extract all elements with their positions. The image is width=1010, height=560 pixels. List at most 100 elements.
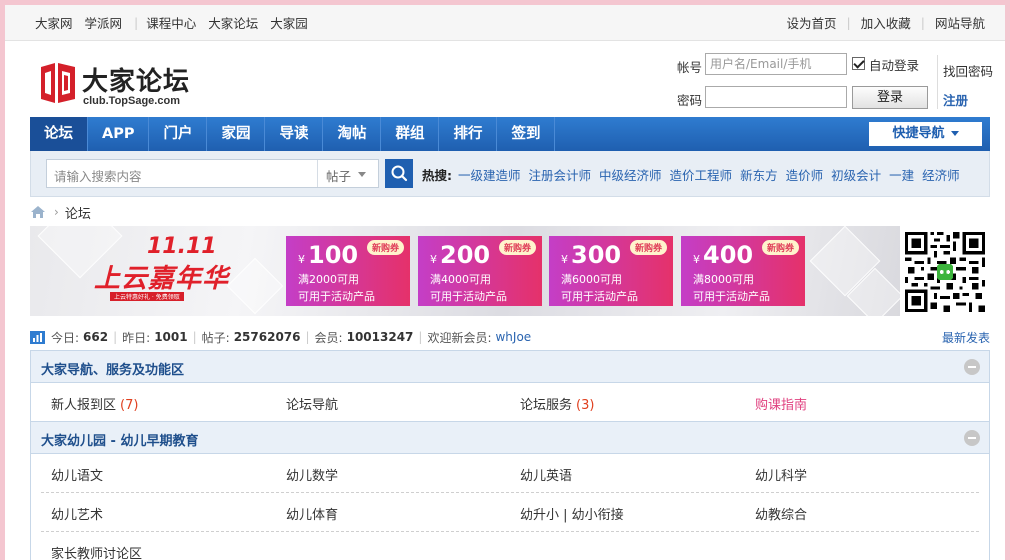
- top-link-xuepai[interactable]: 学派网: [85, 13, 123, 32]
- coupon[interactable]: ¥ 400 新购券 满8000可用 可用于活动产品: [681, 236, 805, 306]
- forum-link[interactable]: 幼儿语文: [51, 465, 103, 484]
- divider: |: [920, 14, 925, 30]
- top-link-dajiawang[interactable]: 大家网: [35, 13, 73, 32]
- password-input[interactable]: [705, 86, 847, 108]
- forum-name: 新人报到区: [51, 398, 117, 413]
- latest-posts-link[interactable]: 最新发表: [942, 329, 990, 346]
- forum-row: 幼儿艺术 幼儿体育 幼升小 | 幼小衔接 幼教综合: [31, 493, 989, 532]
- coupon-scope: 可用于活动产品: [561, 290, 638, 303]
- forum-link[interactable]: 新人报到区 (7): [51, 394, 138, 413]
- search-scope-select[interactable]: 帖子: [326, 166, 351, 185]
- search-icon: [391, 165, 408, 182]
- find-password-link[interactable]: 找回密码: [943, 61, 993, 80]
- coupon[interactable]: ¥ 200 新购券 满4000可用 可用于活动产品: [418, 236, 542, 306]
- hot-search: 热搜: 一级建造师 注册会计师 中级经济师 造价工程师 新东方 造价师 初级会计…: [422, 165, 968, 184]
- set-homepage-link[interactable]: 设为首页: [787, 13, 837, 32]
- quick-nav-button[interactable]: 快捷导航: [869, 122, 982, 146]
- breadcrumb-current[interactable]: 论坛: [65, 203, 91, 222]
- coupon[interactable]: ¥ 100 新购券 满2000可用 可用于活动产品: [286, 236, 410, 306]
- top-link-forum[interactable]: 大家论坛: [208, 13, 258, 32]
- forum-link[interactable]: 家长教师讨论区: [51, 543, 142, 560]
- hot-keyword[interactable]: 初级会计: [831, 165, 881, 184]
- hot-keyword[interactable]: 经济师: [922, 165, 960, 184]
- site-logo[interactable]: 大家论坛 club.TopSage.com: [39, 59, 199, 109]
- stat-posts-label: 帖子:: [201, 330, 230, 345]
- divider: [937, 55, 938, 109]
- coupon-condition: 满8000可用: [693, 273, 754, 286]
- hot-keyword[interactable]: 一建: [889, 165, 914, 184]
- divider: [317, 160, 318, 187]
- forum-name: 购课指南: [755, 398, 808, 413]
- nav-item-home[interactable]: 家园: [207, 117, 266, 151]
- chevron-down-icon: [358, 172, 366, 177]
- coupon-amount: 100: [308, 241, 359, 269]
- coupon-currency: ¥: [561, 253, 568, 266]
- hot-keyword[interactable]: 造价工程师: [670, 165, 733, 184]
- forum-stats: 今日: 662 | 昨日: 1001 | 帖子: 25762076 | 会员: 1001…: [30, 328, 990, 346]
- stat-yesterday-label: 昨日:: [122, 330, 151, 345]
- top-link-home[interactable]: 大家园: [270, 13, 308, 32]
- forum-row: 家长教师讨论区: [31, 532, 989, 560]
- collapse-icon[interactable]: [964, 430, 980, 446]
- forum-link[interactable]: 幼升小 | 幼小衔接: [520, 504, 624, 523]
- nav-item-forum[interactable]: 论坛: [30, 117, 88, 151]
- forum-link[interactable]: 幼儿英语: [520, 465, 572, 484]
- hot-keyword[interactable]: 注册会计师: [529, 165, 592, 184]
- hot-search-label: 热搜:: [422, 168, 452, 183]
- nav-item-app[interactable]: APP: [88, 117, 150, 151]
- nav-item-signin[interactable]: 签到: [497, 117, 556, 151]
- coupon-condition: 满2000可用: [298, 273, 359, 286]
- banner-title: 上云嘉年华: [94, 264, 230, 294]
- collapse-icon[interactable]: [964, 359, 980, 375]
- hot-keyword[interactable]: 新东方: [740, 165, 778, 184]
- login-button[interactable]: 登录: [852, 86, 928, 109]
- auto-login-label[interactable]: 自动登录: [869, 55, 919, 74]
- main-nav: 论坛 APP 门户 家园 导读 淘帖 群组 排行 签到 快捷导航: [30, 117, 990, 151]
- banner-title-top: 11.11: [147, 234, 217, 259]
- nav-item-collection[interactable]: 淘帖: [323, 117, 382, 151]
- forum-link[interactable]: 幼儿艺术: [51, 504, 103, 523]
- forum-link[interactable]: 幼儿体育: [286, 504, 338, 523]
- hot-keyword[interactable]: 造价师: [786, 165, 824, 184]
- coupon[interactable]: ¥ 300 新购券 满6000可用 可用于活动产品: [549, 236, 673, 306]
- nav-item-portal[interactable]: 门户: [149, 117, 208, 151]
- chevron-right-icon: ›: [54, 205, 59, 219]
- forum-link[interactable]: 论坛服务 (3): [520, 394, 594, 413]
- newest-member-link[interactable]: whJoe: [495, 330, 531, 344]
- search-input[interactable]: 请输入搜索内容: [54, 166, 142, 185]
- hot-keyword[interactable]: 一级建造师: [458, 165, 521, 184]
- nav-item-ranking[interactable]: 排行: [439, 117, 498, 151]
- coupon-scope: 可用于活动产品: [693, 290, 770, 303]
- coupon-currency: ¥: [298, 253, 305, 266]
- search-bar: 请输入搜索内容 帖子 热搜: 一级建造师 注册会计师 中级经济师 造价工程师 新…: [30, 151, 990, 197]
- account-input[interactable]: 用户名/Email/手机: [705, 53, 847, 75]
- nav-item-guide[interactable]: 导读: [265, 117, 324, 151]
- hot-keyword[interactable]: 中级经济师: [599, 165, 662, 184]
- promo-banner[interactable]: 11.11 上云嘉年华 上云特惠好礼 · 免费领取 ¥ 100 新购券 满200…: [30, 226, 900, 316]
- top-bar-right-links: 设为首页 | 加入收藏 | 网站导航: [777, 5, 985, 39]
- forum-link[interactable]: 幼儿科学: [755, 465, 807, 484]
- register-link[interactable]: 注册: [943, 90, 968, 109]
- auto-login-checkbox[interactable]: [852, 57, 865, 70]
- category-title[interactable]: 大家导航、服务及功能区: [41, 359, 184, 378]
- site-nav-link[interactable]: 网站导航: [935, 13, 985, 32]
- category-title[interactable]: 大家幼儿园 - 幼儿早期教育: [41, 430, 198, 449]
- stat-yesterday-value: 1001: [154, 330, 188, 344]
- search-button[interactable]: [385, 159, 413, 188]
- nav-item-groups[interactable]: 群组: [381, 117, 440, 151]
- banner-tagline: 上云特惠好礼 · 免费领取: [110, 292, 184, 301]
- coupon-amount: 200: [440, 241, 491, 269]
- forum-link[interactable]: 购课指南: [755, 394, 807, 413]
- home-icon[interactable]: [30, 205, 46, 219]
- chevron-down-icon: [950, 131, 959, 136]
- add-favorite-link[interactable]: 加入收藏: [861, 13, 911, 32]
- coupon-currency: ¥: [693, 253, 700, 266]
- forum-link[interactable]: 论坛导航: [286, 394, 338, 413]
- category-header[interactable]: 大家幼儿园 - 幼儿早期教育: [31, 422, 989, 454]
- forum-link[interactable]: 幼儿数学: [286, 465, 338, 484]
- coupon-tag: 新购券: [629, 240, 667, 255]
- category-header[interactable]: 大家导航、服务及功能区: [31, 351, 989, 383]
- stat-members-label: 会员:: [314, 330, 343, 345]
- top-link-course-center[interactable]: 课程中心: [146, 13, 196, 32]
- forum-link[interactable]: 幼教综合: [755, 504, 807, 523]
